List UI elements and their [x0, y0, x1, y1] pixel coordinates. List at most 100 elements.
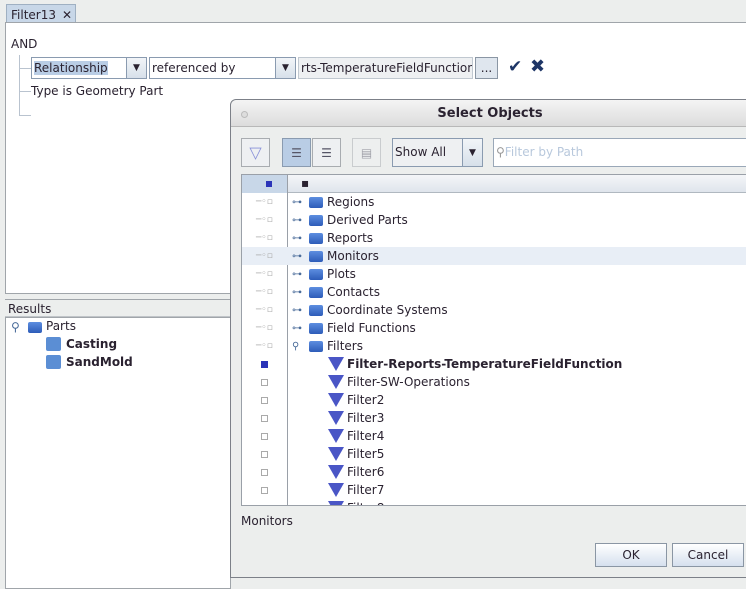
expand-icon[interactable]: ⊶: [292, 215, 302, 226]
filter-label: Filter7: [347, 483, 385, 497]
checkbox[interactable]: [261, 360, 268, 368]
window-control-icon[interactable]: [241, 111, 248, 118]
folder-label: Plots: [327, 267, 356, 281]
collapse-icon[interactable]: ⚲: [11, 320, 20, 334]
node-select-icon[interactable]: ─◦▫: [256, 305, 273, 315]
node-select-icon[interactable]: ─◦▫: [256, 215, 273, 225]
expand-icon[interactable]: ⊶: [292, 251, 302, 262]
ok-button[interactable]: OK: [595, 543, 667, 567]
folder-icon: [309, 322, 323, 334]
select-objects-dialog: Select Objects ▽ ☰ ☰ ▤ Show All ▼ ⚲ Filter…: [230, 99, 746, 578]
part-icon: [46, 355, 61, 369]
tree-row[interactable]: ─◦▫ ⊶ Field Functions: [242, 319, 746, 337]
tree-row[interactable]: ─◦▫ ⊶ Regions: [242, 193, 746, 211]
tree-row[interactable]: Filter6: [242, 463, 746, 481]
tree-row[interactable]: Filter2: [242, 391, 746, 409]
results-root[interactable]: Parts: [46, 319, 76, 333]
tree-row[interactable]: Filter3: [242, 409, 746, 427]
node-select-icon[interactable]: ─◦▫: [256, 233, 273, 243]
close-icon[interactable]: ✕: [62, 8, 72, 22]
tree-row[interactable]: ─◦▫ ⚲ Filters: [242, 337, 746, 355]
root-label: ▪: [301, 176, 310, 190]
results-tree: ⚲ Parts Casting SandMold: [5, 317, 231, 589]
condition-type[interactable]: Type is Geometry Part: [31, 84, 163, 98]
show-select[interactable]: Show All ▼: [392, 138, 483, 167]
tree-row[interactable]: Filter7: [242, 481, 746, 499]
tree-row[interactable]: ─◦▫ ⊶ Contacts: [242, 283, 746, 301]
tree-line: [19, 91, 31, 92]
status-label: Monitors: [241, 514, 293, 528]
tree-row[interactable]: Filter5: [242, 445, 746, 463]
paste-button[interactable]: ▤: [352, 138, 381, 167]
filter-label: Filter4: [347, 429, 385, 443]
filter-path-input[interactable]: ⚲ Filter by Path: [493, 138, 746, 167]
node-select-icon[interactable]: ─◦▫: [256, 323, 273, 333]
tree-row[interactable]: ─◦▫ ⊶ Monitors: [242, 247, 746, 265]
tree-row[interactable]: Filter-SW-Operations: [242, 373, 746, 391]
folder-label: Monitors: [327, 249, 379, 263]
value-field[interactable]: rts-TemperatureFieldFunction]: [298, 57, 473, 79]
checkbox[interactable]: [261, 504, 268, 505]
node-select-icon[interactable]: ─◦▫: [256, 287, 273, 297]
folder-icon: [309, 214, 323, 226]
tree-row[interactable]: Filter-Reports-TemperatureFieldFunction: [242, 355, 746, 373]
node-select-icon[interactable]: ─◦▫: [256, 197, 273, 207]
tree-row[interactable]: ─◦▫ ⊶ Reports: [242, 229, 746, 247]
result-item[interactable]: Casting: [66, 337, 117, 351]
tab-label: Filter13: [11, 8, 56, 22]
expand-icon[interactable]: ⊶: [292, 287, 302, 298]
list-icon: ☰: [321, 145, 332, 160]
folder-label: Filters: [327, 339, 363, 353]
attribute-value: Relationship: [34, 61, 108, 75]
tree-view-button[interactable]: ☰: [282, 138, 311, 167]
expand-icon[interactable]: ⊶: [292, 305, 302, 316]
cancel-x-icon[interactable]: ✖: [530, 56, 545, 77]
filter-label: Filter-Reports-TemperatureFieldFunction: [347, 357, 623, 371]
node-select-icon[interactable]: ─◦▫: [256, 269, 273, 279]
tree-row[interactable]: ─◦▫ ⊶ Coordinate Systems: [242, 301, 746, 319]
part-icon: [46, 337, 61, 351]
filter-label: Filter6: [347, 465, 385, 479]
folder-icon: [309, 268, 323, 280]
checkbox[interactable]: [261, 432, 268, 440]
filter-label: Filter3: [347, 411, 385, 425]
tree-row[interactable]: Filter8: [242, 499, 746, 505]
filter-toggle-button[interactable]: ▽: [241, 138, 270, 167]
chevron-down-icon: ▼: [462, 139, 482, 166]
tree-row[interactable]: Filter4: [242, 427, 746, 445]
search-icon: ⚲: [496, 145, 505, 159]
checkbox[interactable]: [261, 378, 268, 386]
tab-filter13[interactable]: Filter13 ✕: [6, 4, 76, 23]
folder-icon: [309, 196, 323, 208]
checkbox[interactable]: [261, 468, 268, 476]
folder-label: Coordinate Systems: [327, 303, 448, 317]
expand-icon[interactable]: ⊶: [292, 323, 302, 334]
checkbox[interactable]: [261, 396, 268, 404]
clipboard-icon: ▤: [360, 145, 373, 160]
tree-row[interactable]: ─◦▫ ⊶ Derived Parts: [242, 211, 746, 229]
funnel-icon: [328, 429, 344, 443]
filter-label: Filter2: [347, 393, 385, 407]
relation-select[interactable]: referenced by ▼: [149, 57, 296, 79]
funnel-icon: ▽: [249, 143, 262, 162]
list-view-button[interactable]: ☰: [312, 138, 341, 167]
collapse-icon[interactable]: ⚲: [292, 341, 299, 352]
node-select-icon[interactable]: ─◦▫: [256, 341, 273, 351]
expand-icon[interactable]: ⊶: [292, 269, 302, 280]
folder-label: Regions: [327, 195, 375, 209]
cancel-button[interactable]: Cancel: [672, 543, 744, 567]
browse-button[interactable]: ...: [475, 57, 498, 79]
filter-label: Filter5: [347, 447, 385, 461]
accept-check-icon[interactable]: ✔: [508, 57, 522, 77]
checkbox[interactable]: [261, 450, 268, 458]
checkbox[interactable]: [261, 414, 268, 422]
node-select-icon[interactable]: ─◦▫: [256, 251, 273, 261]
expand-icon[interactable]: ⊶: [292, 233, 302, 244]
expand-icon[interactable]: ⊶: [292, 197, 302, 208]
checkbox[interactable]: [261, 486, 268, 494]
tree-row[interactable]: ─◦▫ ⊶ Plots: [242, 265, 746, 283]
folder-label: Derived Parts: [327, 213, 408, 227]
value-text: rts-TemperatureFieldFunction]: [301, 61, 472, 75]
attribute-select[interactable]: Relationship ▼: [31, 57, 147, 79]
result-item[interactable]: SandMold: [66, 355, 133, 369]
